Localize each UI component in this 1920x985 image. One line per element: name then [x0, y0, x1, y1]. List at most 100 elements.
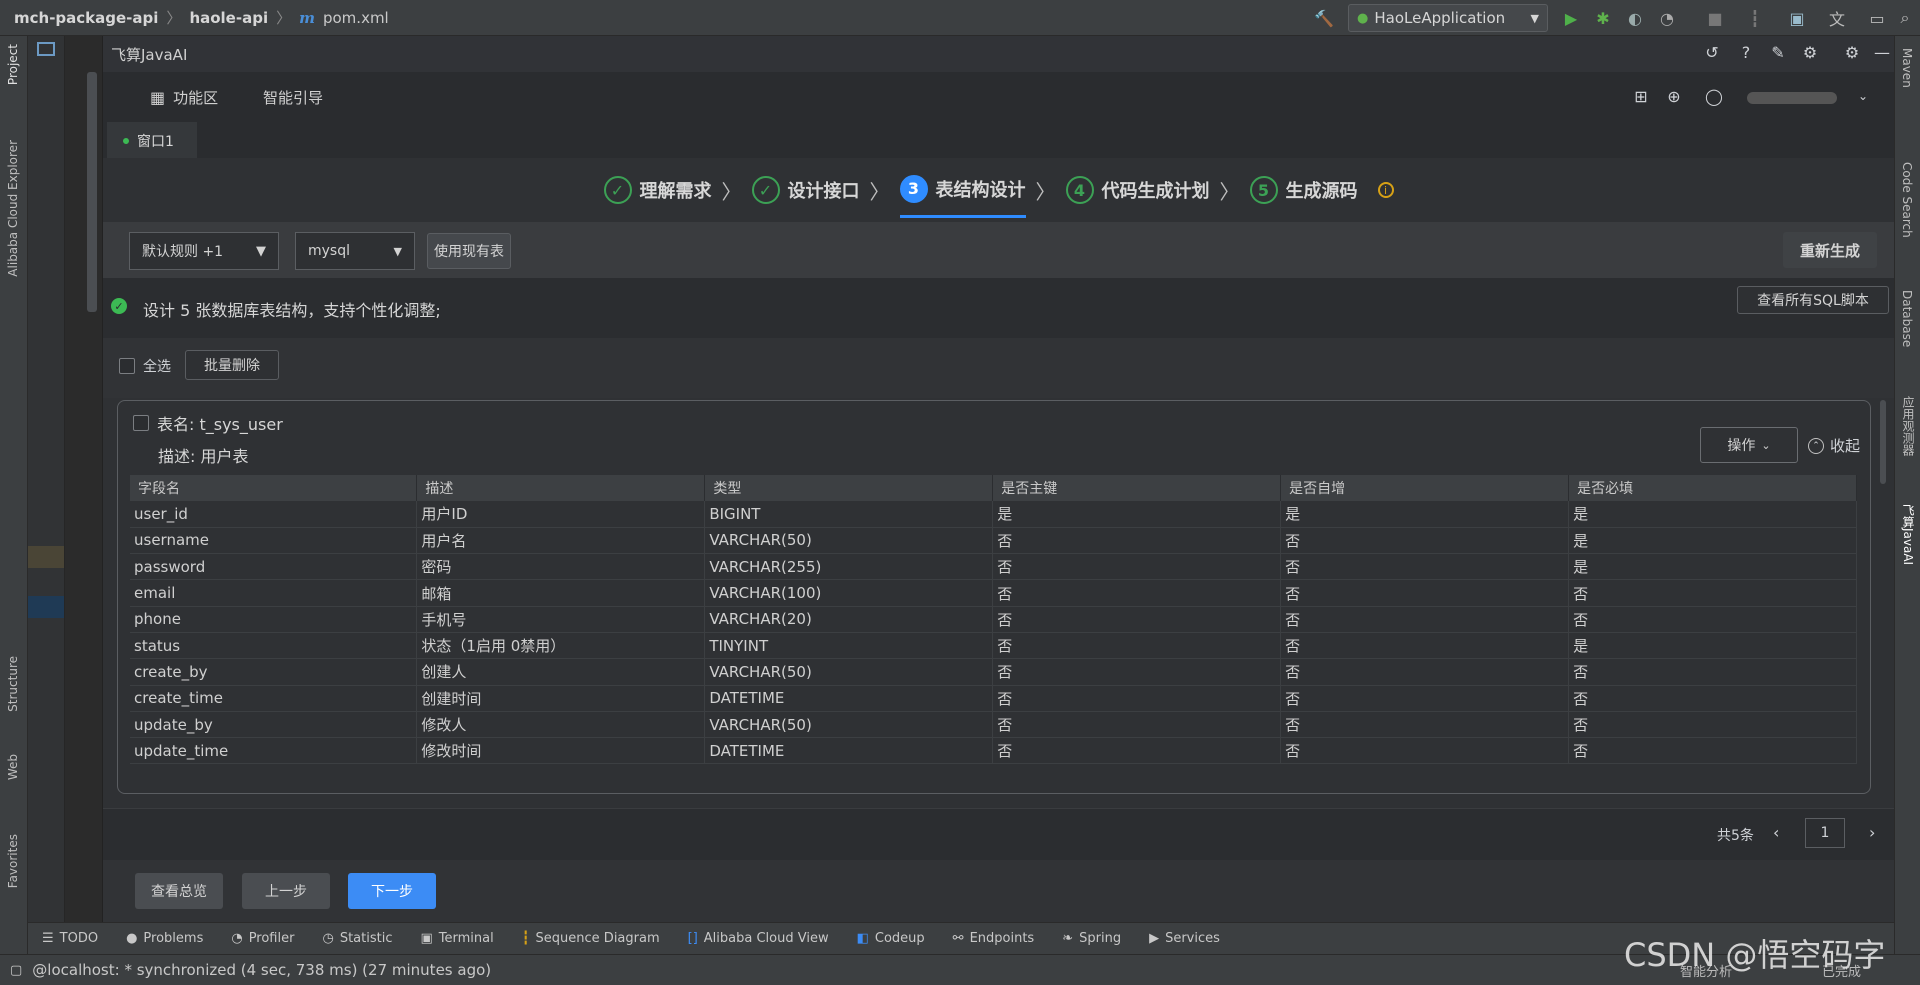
- add-circle-icon[interactable]: ⊕: [1664, 86, 1684, 106]
- use-existing-table-button[interactable]: 使用现有表: [427, 233, 511, 269]
- table-checkbox[interactable]: [133, 415, 149, 431]
- table-cell: username: [130, 527, 418, 555]
- step-table-structure-design[interactable]: 3 表结构设计: [899, 162, 1026, 218]
- column-header: 描述: [416, 475, 706, 501]
- select-all-checkbox[interactable]: 全选: [119, 356, 171, 376]
- statistic-icon: ◷: [322, 931, 334, 946]
- next-page-icon[interactable]: ›: [1869, 823, 1875, 842]
- step-generate-source[interactable]: 5 生成源码: [1249, 162, 1358, 218]
- help-icon[interactable]: ?: [1736, 42, 1756, 62]
- code-search-tool-tab[interactable]: Code Search: [1900, 162, 1914, 238]
- feisuan-javaai-tool-tab[interactable]: 飞算JavaAI: [1900, 504, 1917, 565]
- minimize-icon[interactable]: —: [1872, 42, 1892, 62]
- coverage-icon[interactable]: ◐: [1625, 8, 1645, 28]
- services-icon: ▶: [1149, 931, 1160, 946]
- stop-icon[interactable]: ■: [1705, 8, 1725, 28]
- run-configuration-select[interactable]: ● HaoLeApplication ▼: [1348, 4, 1548, 32]
- git-icon[interactable]: ┇: [1745, 8, 1765, 28]
- table-row[interactable]: email 邮箱 VARCHAR(100) 否否否: [130, 579, 1857, 607]
- new-window-icon[interactable]: ⊞: [1631, 86, 1651, 106]
- tab-window-1[interactable]: 窗口1: [107, 122, 197, 158]
- profile-icon[interactable]: ◔: [1657, 8, 1677, 28]
- table-actions-button[interactable]: 操作 ⌄: [1700, 427, 1798, 463]
- chevron-down-icon[interactable]: ⌄: [1853, 86, 1873, 106]
- table-row[interactable]: password 密码 VARCHAR(255) 否否是: [130, 553, 1857, 581]
- collapse-button[interactable]: ⌃ 收起: [1808, 435, 1860, 456]
- tool-alibaba-cloud-view[interactable]: [] Alibaba Cloud View: [688, 931, 829, 946]
- tool-problems[interactable]: ● Problems: [126, 931, 203, 946]
- app-observer-tool-tab[interactable]: 应用观测器: [1900, 396, 1917, 456]
- breadcrumb-module[interactable]: haole-api: [189, 9, 268, 27]
- chevron-right-icon: 〉: [721, 179, 742, 204]
- prev-page-icon[interactable]: ‹: [1773, 823, 1779, 842]
- smart-guide-button[interactable]: 智能引导: [263, 87, 323, 108]
- table-row[interactable]: update_by 修改人 VARCHAR(50) 否否否: [130, 711, 1857, 739]
- table-cell: 否: [1568, 606, 1857, 633]
- gutter-scrollbar[interactable]: [87, 72, 97, 312]
- tool-codeup[interactable]: ◧ Codeup: [857, 931, 925, 946]
- gear-icon[interactable]: ⚙: [1842, 42, 1862, 62]
- rule-select[interactable]: 默认规则 +1 ▼: [129, 232, 279, 270]
- build-hammer-icon[interactable]: 🔨: [1314, 8, 1334, 28]
- tool-profiler[interactable]: ◔ Profiler: [231, 931, 294, 946]
- view-overview-button[interactable]: 查看总览: [135, 873, 223, 909]
- table-cell: 否: [1280, 632, 1570, 660]
- function-area-button[interactable]: ▦ 功能区: [150, 87, 218, 108]
- table-row[interactable]: create_by 创建人 VARCHAR(50) 否否否: [130, 658, 1857, 686]
- table-row[interactable]: username 用户名 VARCHAR(50) 否否是: [130, 527, 1857, 555]
- window-icon[interactable]: ▭: [1867, 8, 1887, 28]
- previous-step-button[interactable]: 上一步: [242, 873, 330, 909]
- project-tool-tab[interactable]: Project: [6, 44, 20, 85]
- maven-tool-tab[interactable]: Maven: [1900, 48, 1914, 88]
- tool-spring[interactable]: ❧ Spring: [1062, 931, 1121, 946]
- info-icon[interactable]: i: [1377, 182, 1394, 198]
- translate-icon[interactable]: 文: [1827, 8, 1847, 29]
- tool-sequence-diagram[interactable]: ┇ Sequence Diagram: [522, 931, 660, 946]
- view-all-sql-button[interactable]: 查看所有SQL脚本: [1737, 286, 1889, 314]
- page-number-input[interactable]: 1: [1805, 818, 1845, 848]
- regenerate-button[interactable]: 重新生成: [1783, 232, 1877, 268]
- tool-statistic[interactable]: ◷ Statistic: [322, 931, 392, 946]
- breadcrumb-project[interactable]: mch-package-api: [14, 9, 158, 27]
- step-understand-requirements[interactable]: ✓ 理解需求: [603, 162, 712, 218]
- favorites-tool-tab[interactable]: Favorites: [6, 834, 20, 888]
- table-row[interactable]: create_time 创建时间 DATETIME 否否否: [130, 685, 1857, 712]
- table-cell: 是: [1568, 527, 1857, 555]
- history-icon[interactable]: ↺: [1702, 42, 1722, 62]
- alibaba-cloud-explorer-tab[interactable]: Alibaba Cloud Explorer: [6, 140, 20, 277]
- batch-delete-button[interactable]: 批量删除: [185, 350, 279, 380]
- toggle-panel-icon[interactable]: ▢: [10, 963, 22, 978]
- web-tool-tab[interactable]: Web: [6, 754, 20, 780]
- cloud-icon: []: [687, 931, 698, 946]
- tool-endpoints[interactable]: ⚯ Endpoints: [953, 931, 1035, 946]
- function-bar: ▦ 功能区 智能引导 ⊞ ⊕ ◯ ⌄: [103, 72, 1894, 122]
- table-row[interactable]: user_id 用户ID BIGINT 是是是: [130, 501, 1857, 528]
- tool-terminal[interactable]: ▣ Terminal: [420, 931, 493, 946]
- panel-icon[interactable]: [37, 42, 55, 56]
- table-row[interactable]: phone 手机号 VARCHAR(20) 否否否: [130, 606, 1857, 633]
- table-row[interactable]: update_time 修改时间 DATETIME 否否否: [130, 737, 1857, 765]
- database-tool-tab[interactable]: Database: [1900, 290, 1914, 347]
- debug-icon[interactable]: ✱: [1593, 8, 1613, 28]
- tool-services[interactable]: ▶ Services: [1149, 931, 1220, 946]
- watermark: CSDN @悟空码字: [1624, 936, 1886, 974]
- database-select[interactable]: mysql ▼: [295, 232, 415, 270]
- table-row[interactable]: status 状态（1启用 0禁用） TINYINT 否否是: [130, 632, 1857, 660]
- run-icon[interactable]: ▶: [1561, 8, 1581, 28]
- user-avatar-icon[interactable]: ◯: [1704, 86, 1724, 106]
- table-cell: status: [130, 632, 418, 660]
- step-code-generation-plan[interactable]: 4 代码生成计划: [1065, 162, 1210, 218]
- table-cell: DATETIME: [704, 737, 994, 765]
- search-icon[interactable]: ⌕: [1895, 8, 1915, 28]
- table-cell: update_time: [130, 737, 418, 765]
- table-cell: VARCHAR(100): [704, 579, 994, 607]
- settings-icon[interactable]: ⚙: [1800, 42, 1820, 62]
- tool-todo[interactable]: ☰ TODO: [42, 931, 98, 946]
- project-structure-icon[interactable]: ▣: [1787, 8, 1807, 28]
- next-step-button[interactable]: 下一步: [348, 873, 436, 909]
- breadcrumb-file[interactable]: pom.xml: [323, 9, 389, 27]
- card-scrollbar-thumb[interactable]: [1880, 400, 1886, 484]
- step-design-interface[interactable]: ✓ 设计接口: [751, 162, 860, 218]
- edit-icon[interactable]: ✎: [1768, 42, 1788, 62]
- structure-tool-tab[interactable]: Structure: [6, 656, 20, 712]
